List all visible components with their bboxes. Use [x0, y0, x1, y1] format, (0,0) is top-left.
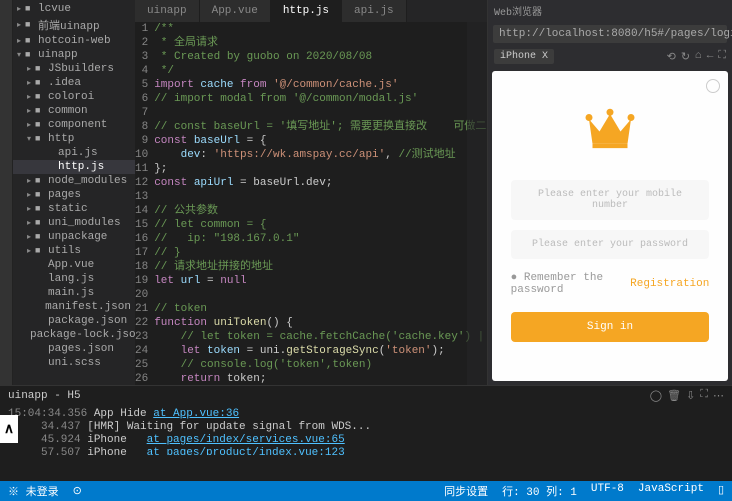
- file-explorer: ▸■lcvue▸■前端uinapp▸■hotcoin-web▾■uinapp▸■…: [13, 0, 135, 385]
- terminal-panel: uinapp - H5 ◯ 🗑 ⇩ ⛶ ⋯ 15:04:34.356 App H…: [0, 385, 732, 455]
- console-link[interactable]: at App.vue:36: [153, 408, 239, 420]
- device-selector[interactable]: iPhone X: [494, 49, 554, 64]
- remember-checkbox[interactable]: ● Remember the password: [511, 272, 631, 296]
- tab-App-vue[interactable]: App.vue: [200, 0, 271, 22]
- tree-item-App-vue[interactable]: App.vue: [13, 258, 135, 272]
- console-line: 34.437 [HMR] Waiting for update signal f…: [8, 421, 724, 434]
- console-line: 15:04:34.356 App Hide at App.vue:36: [8, 408, 724, 421]
- rotate-icon[interactable]: ⟲: [667, 50, 676, 64]
- tree-item-uni_modules[interactable]: ▸■uni_modules: [13, 216, 135, 230]
- preview-panel: Web浏览器 http://localhost:8080/h5#/pages/l…: [487, 0, 732, 385]
- editor-area: uinappApp.vuehttp.jsapi.js 1234567891011…: [135, 0, 487, 385]
- page-refresh-icon[interactable]: [706, 79, 720, 93]
- refresh-icon[interactable]: ↻: [681, 50, 690, 64]
- collapse-button[interactable]: ∧: [0, 415, 18, 443]
- tree-item-common[interactable]: ▸■common: [13, 104, 135, 118]
- tree-item--uinapp[interactable]: ▸■前端uinapp: [13, 16, 135, 34]
- status-bar: ※ 未登录 ⊙ 同步设置 行: 30 列: 1 UTF-8 JavaScript…: [0, 481, 732, 501]
- console-trash-icon[interactable]: 🗑: [667, 389, 681, 403]
- status-position[interactable]: 行: 30 列: 1: [502, 483, 577, 499]
- console-expand-icon[interactable]: ⛶: [700, 389, 708, 403]
- tree-item-node_modules[interactable]: ▸■node_modules: [13, 174, 135, 188]
- registration-link[interactable]: Registration: [630, 278, 709, 290]
- console-project[interactable]: uinapp - H5: [8, 390, 81, 402]
- status-login[interactable]: ※ 未登录: [8, 483, 59, 499]
- tree-item-api-js[interactable]: api.js: [13, 146, 135, 160]
- tree-item-component[interactable]: ▸■component: [13, 118, 135, 132]
- tab-api-js[interactable]: api.js: [342, 0, 407, 22]
- expand-icon[interactable]: ⛶: [718, 50, 726, 64]
- signin-button[interactable]: Sign in: [511, 312, 710, 342]
- status-bell-icon[interactable]: ▯: [718, 483, 724, 499]
- phone-preview: Please enter your mobile number Please e…: [492, 71, 728, 381]
- minimap[interactable]: [467, 22, 487, 385]
- tree-item-coloroi[interactable]: ▸■coloroi: [13, 90, 135, 104]
- tree-item-uinapp[interactable]: ▾■uinapp: [13, 48, 135, 62]
- home-icon[interactable]: ⌂: [695, 50, 702, 64]
- password-input[interactable]: Please enter your password: [511, 230, 710, 259]
- tree-item-hotcoin-web[interactable]: ▸■hotcoin-web: [13, 34, 135, 48]
- status-encoding[interactable]: UTF-8: [591, 483, 624, 499]
- mobile-input[interactable]: Please enter your mobile number: [511, 180, 710, 220]
- console-more-icon[interactable]: ⋯: [713, 389, 724, 403]
- tree-item-utils[interactable]: ▸■utils: [13, 244, 135, 258]
- tree-item-pages-json[interactable]: pages.json: [13, 342, 135, 356]
- console-link[interactable]: at pages/index/services.vue:65: [147, 434, 345, 446]
- status-sync[interactable]: 同步设置: [444, 483, 488, 499]
- preview-title: Web浏览器: [488, 0, 732, 22]
- console-stop-icon[interactable]: ◯: [650, 389, 662, 403]
- console-line: 57.507 iPhone at pages/product/index.vue…: [8, 447, 724, 455]
- tree-item-package-lock-json[interactable]: package-lock.json: [13, 328, 135, 342]
- line-gutter: 1234567891011121314151617181920212223242…: [135, 22, 154, 385]
- tree-item-static[interactable]: ▸■static: [13, 202, 135, 216]
- crown-icon: [582, 105, 638, 151]
- tree-item--idea[interactable]: ▸■.idea: [13, 76, 135, 90]
- tree-item-uni-scss[interactable]: uni.scss: [13, 356, 135, 370]
- tree-item-unpackage[interactable]: ▸■unpackage: [13, 230, 135, 244]
- activity-bar[interactable]: [0, 0, 13, 385]
- tree-item-lcvue[interactable]: ▸■lcvue: [13, 2, 135, 16]
- tree-item-JSbuilders[interactable]: ▸■JSbuilders: [13, 62, 135, 76]
- tree-item-http-js[interactable]: http.js: [13, 160, 135, 174]
- code-content[interactable]: /** * 全局请求 * Created by guobo on 2020/08…: [154, 22, 487, 385]
- tree-item-pages[interactable]: ▸■pages: [13, 188, 135, 202]
- tree-item-manifest-json[interactable]: manifest.json: [13, 300, 135, 314]
- editor-tabs: uinappApp.vuehttp.jsapi.js: [135, 0, 487, 22]
- back-icon[interactable]: ←: [707, 50, 714, 64]
- console-link[interactable]: at pages/product/index.vue:123: [147, 447, 345, 455]
- status-language[interactable]: JavaScript: [638, 483, 704, 499]
- tree-item-main-js[interactable]: main.js: [13, 286, 135, 300]
- status-indicator: ⊙: [73, 484, 82, 498]
- tree-item-package-json[interactable]: package.json: [13, 314, 135, 328]
- tab-http-js[interactable]: http.js: [271, 0, 342, 22]
- console-lock-icon[interactable]: ⇩: [686, 389, 695, 403]
- tab-uinapp[interactable]: uinapp: [135, 0, 200, 22]
- preview-url[interactable]: http://localhost:8080/h5#/pages/login/lo…: [493, 25, 727, 43]
- tree-item-http[interactable]: ▾■http: [13, 132, 135, 146]
- console-line: 45.924 iPhone at pages/index/services.vu…: [8, 434, 724, 447]
- tree-item-lang-js[interactable]: lang.js: [13, 272, 135, 286]
